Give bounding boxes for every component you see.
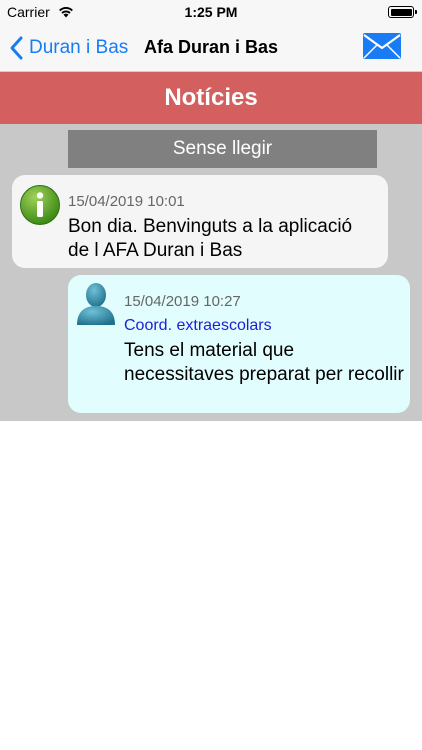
section-header: Notícies bbox=[0, 72, 422, 124]
status-time: 1:25 PM bbox=[184, 4, 238, 20]
info-icon bbox=[20, 185, 60, 225]
person-icon bbox=[77, 283, 115, 325]
message-text: Tens el material que necessitaves prepar… bbox=[124, 340, 404, 385]
back-button[interactable]: Duran i Bas bbox=[8, 34, 128, 62]
message-text: Bon dia. Benvinguts a la aplicació de l … bbox=[68, 216, 353, 261]
message-sender: Coord. extraescolars bbox=[124, 317, 272, 334]
unread-filter-button[interactable]: Sense llegir bbox=[68, 130, 377, 168]
message-date: 15/04/2019 10:01 bbox=[68, 193, 185, 210]
nav-title: Afa Duran i Bas bbox=[144, 37, 279, 57]
chevron-left-icon bbox=[10, 36, 23, 60]
navigation-bar: Duran i Bas Afa Duran i Bas bbox=[0, 24, 422, 72]
news-content: Notícies Sense llegir 15/04/2019 10:01 B… bbox=[0, 72, 422, 421]
battery-icon bbox=[388, 6, 417, 18]
message-bubble[interactable]: 15/04/2019 10:27 Coord. extraescolars Te… bbox=[68, 275, 410, 413]
mail-icon[interactable] bbox=[362, 32, 402, 60]
back-button-label: Duran i Bas bbox=[29, 37, 129, 58]
status-bar: Carrier 1:25 PM bbox=[0, 0, 422, 24]
empty-area bbox=[0, 421, 422, 750]
message-date: 15/04/2019 10:27 bbox=[124, 293, 241, 310]
message-bubble[interactable]: 15/04/2019 10:01 Bon dia. Benvinguts a l… bbox=[12, 175, 388, 268]
